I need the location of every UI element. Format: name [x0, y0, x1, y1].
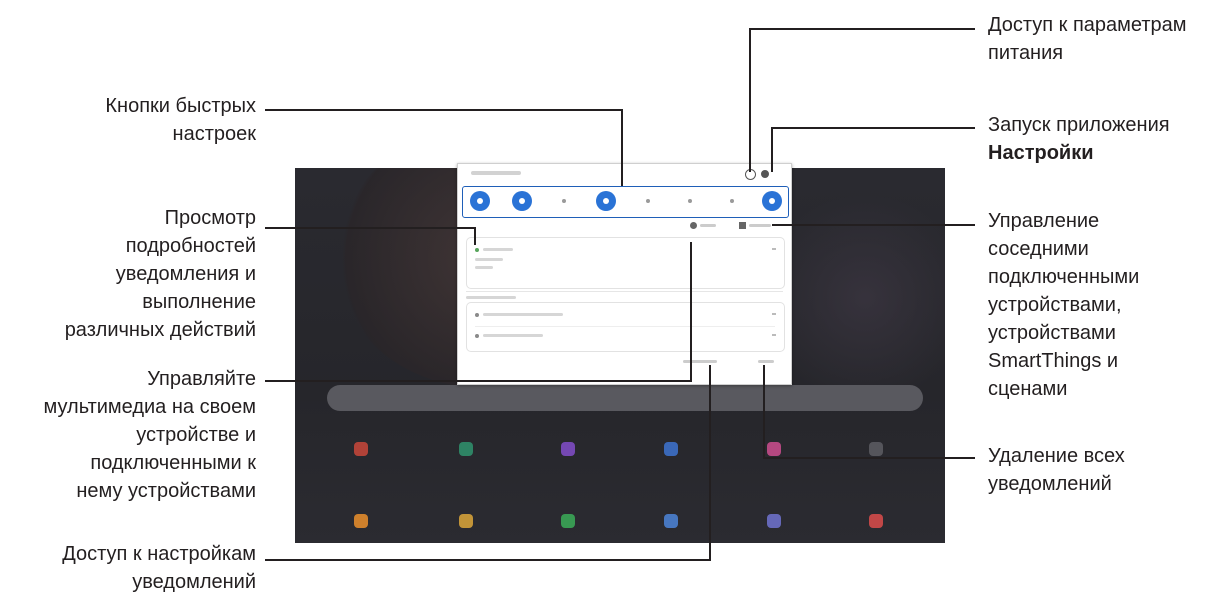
app-icon[interactable]: [455, 510, 477, 532]
label-notification-settings: Доступ к настройкам уведомлений: [62, 543, 256, 593]
callout-line: [265, 380, 691, 382]
callout-line: [265, 227, 475, 229]
quick-settings-bar: [462, 186, 789, 218]
label-devices: Управление соседними подключенными устро…: [988, 210, 1140, 400]
callout-line: [621, 109, 623, 186]
callout-line: [709, 365, 711, 561]
divider: [466, 291, 783, 292]
label-media: Управляйте мультимедиа на своем устройст…: [43, 368, 256, 502]
app-icon[interactable]: [865, 510, 887, 532]
app-icon[interactable]: [557, 510, 579, 532]
app-icon[interactable]: [557, 438, 579, 460]
media-button-label: [700, 224, 716, 227]
section-label: [466, 296, 516, 299]
gear-icon[interactable]: [761, 170, 769, 178]
callout-line: [749, 28, 751, 172]
callout-line: [474, 227, 476, 245]
home-search-bar[interactable]: [327, 385, 923, 411]
airplane-icon[interactable]: [638, 191, 658, 211]
app-icon[interactable]: [660, 438, 682, 460]
app-icon[interactable]: [455, 438, 477, 460]
app-icon[interactable]: [763, 510, 785, 532]
flashlight-icon[interactable]: [680, 191, 700, 211]
app-icon[interactable]: [350, 510, 372, 532]
bluetooth-icon[interactable]: [554, 191, 574, 211]
devices-button-label: [749, 224, 771, 227]
notification-panel: [457, 163, 792, 385]
label-clear-all: Удаление всех уведомлений: [988, 445, 1125, 495]
date-placeholder: [471, 171, 521, 175]
wifi-icon[interactable]: [470, 191, 490, 211]
label-notification-details: Просмотр подробностей уведомления и выпо…: [64, 207, 256, 341]
sync-icon[interactable]: [762, 191, 782, 211]
clear-all-button[interactable]: [758, 360, 774, 363]
callout-line: [265, 559, 710, 561]
notification-card[interactable]: [466, 237, 785, 289]
label-power: Доступ к параметрам питания: [988, 14, 1187, 64]
callout-line: [771, 127, 773, 172]
app-icon[interactable]: [350, 438, 372, 460]
media-icon[interactable]: [690, 222, 697, 229]
mobile-data-icon[interactable]: [722, 191, 742, 211]
notification-settings-button[interactable]: [683, 360, 717, 363]
callout-line: [763, 457, 975, 459]
panel-header: [458, 164, 791, 184]
callout-line: [771, 127, 975, 129]
auto-rotate-icon[interactable]: [596, 191, 616, 211]
callout-line: [690, 242, 692, 382]
app-icon[interactable]: [660, 510, 682, 532]
devices-icon[interactable]: [739, 222, 746, 229]
notification-card[interactable]: [466, 302, 785, 352]
callout-line: [749, 28, 975, 30]
sound-icon[interactable]: [512, 191, 532, 211]
callout-line: [772, 224, 975, 226]
callout-line: [265, 109, 622, 111]
callout-line: [763, 365, 765, 459]
label-quick-buttons: Кнопки быстрых настроек: [105, 95, 256, 145]
label-settings-app: Запуск приложения Настройки: [988, 114, 1170, 164]
